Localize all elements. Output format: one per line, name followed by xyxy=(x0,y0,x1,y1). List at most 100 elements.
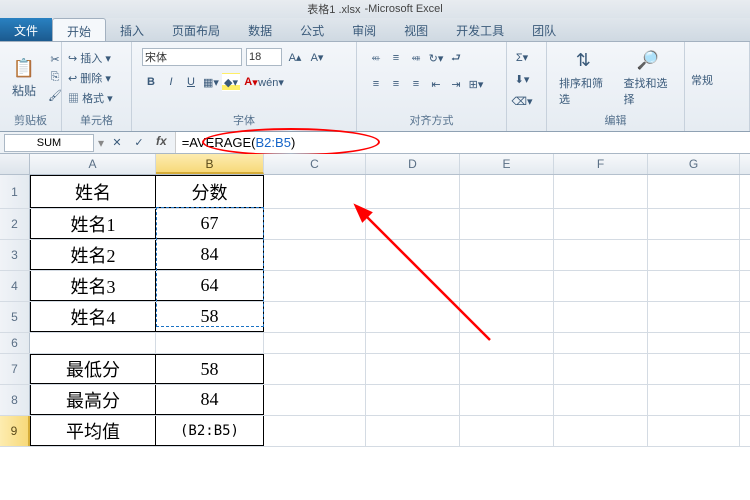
cell-D1[interactable] xyxy=(366,175,460,208)
formula-input[interactable]: =AVERAGE(B2:B5) xyxy=(175,132,750,153)
cell-B8[interactable]: 84 xyxy=(156,385,264,415)
cell-C4[interactable] xyxy=(264,271,366,301)
cell-C1[interactable] xyxy=(264,175,366,208)
align-bottom-button[interactable]: ⬵ xyxy=(407,49,425,67)
font-size-select[interactable] xyxy=(246,48,282,66)
increase-font-button[interactable]: A▴ xyxy=(286,48,304,66)
cell-D6[interactable] xyxy=(366,333,460,353)
col-header-A[interactable]: A xyxy=(30,154,156,174)
cell-B1[interactable]: 分数 xyxy=(156,175,264,208)
cell-E2[interactable] xyxy=(460,209,554,239)
col-header-D[interactable]: D xyxy=(366,154,460,174)
cell-F2[interactable] xyxy=(554,209,648,239)
col-header-E[interactable]: E xyxy=(460,154,554,174)
cell-G4[interactable] xyxy=(648,271,740,301)
cell-C5[interactable] xyxy=(264,302,366,332)
cell-B7[interactable]: 58 xyxy=(156,354,264,384)
cell-B5[interactable]: 58 xyxy=(156,302,264,332)
align-middle-button[interactable]: ≡ xyxy=(387,49,405,67)
tab-developer[interactable]: 开发工具 xyxy=(442,18,518,41)
decrease-indent-button[interactable]: ⇤ xyxy=(427,75,445,93)
insert-function-button[interactable]: fx xyxy=(152,134,171,152)
tab-data[interactable]: 数据 xyxy=(234,18,286,41)
insert-cells-button[interactable]: ↪ 插入 ▾ xyxy=(68,50,113,66)
cell-G6[interactable] xyxy=(648,333,740,353)
row-header-1[interactable]: 1 xyxy=(0,175,30,208)
cell-F3[interactable] xyxy=(554,240,648,270)
italic-button[interactable]: I xyxy=(162,73,180,91)
cell-F4[interactable] xyxy=(554,271,648,301)
cell-D4[interactable] xyxy=(366,271,460,301)
tab-home[interactable]: 开始 xyxy=(52,18,106,41)
cell-G3[interactable] xyxy=(648,240,740,270)
cell-C3[interactable] xyxy=(264,240,366,270)
cell-F5[interactable] xyxy=(554,302,648,332)
fill-color-button[interactable]: ◆▾ xyxy=(222,73,240,91)
select-all-corner[interactable] xyxy=(0,154,30,174)
col-header-C[interactable]: C xyxy=(264,154,366,174)
cell-A4[interactable]: 姓名3 xyxy=(30,271,156,301)
cell-F1[interactable] xyxy=(554,175,648,208)
merge-button[interactable]: ⊞▾ xyxy=(467,75,485,93)
cell-C7[interactable] xyxy=(264,354,366,384)
cell-F8[interactable] xyxy=(554,385,648,415)
cell-A5[interactable]: 姓名4 xyxy=(30,302,156,332)
delete-cells-button[interactable]: ↩ 删除 ▾ xyxy=(68,70,113,86)
decrease-font-button[interactable]: A▾ xyxy=(308,48,326,66)
increase-indent-button[interactable]: ⇥ xyxy=(447,75,465,93)
cell-F9[interactable] xyxy=(554,416,648,446)
cell-A2[interactable]: 姓名1 xyxy=(30,209,156,239)
font-name-select[interactable] xyxy=(142,48,242,66)
row-header-5[interactable]: 5 xyxy=(0,302,30,332)
align-left-button[interactable]: ≡ xyxy=(367,75,385,93)
row-header-4[interactable]: 4 xyxy=(0,271,30,301)
row-header-7[interactable]: 7 xyxy=(0,354,30,384)
border-button[interactable]: ▦▾ xyxy=(202,73,220,91)
cell-F6[interactable] xyxy=(554,333,648,353)
cell-A1[interactable]: 姓名 xyxy=(30,175,156,208)
cell-A3[interactable]: 姓名2 xyxy=(30,240,156,270)
row-header-6[interactable]: 6 xyxy=(0,333,30,353)
cell-A8[interactable]: 最高分 xyxy=(30,385,156,415)
cell-A6[interactable] xyxy=(30,333,156,353)
cell-D3[interactable] xyxy=(366,240,460,270)
cell-G5[interactable] xyxy=(648,302,740,332)
cell-B6[interactable] xyxy=(156,333,264,353)
cell-B2[interactable]: 67 xyxy=(156,209,264,239)
cell-F7[interactable] xyxy=(554,354,648,384)
cell-C9[interactable] xyxy=(264,416,366,446)
cell-E3[interactable] xyxy=(460,240,554,270)
enter-formula-button[interactable]: ✓ xyxy=(130,134,148,152)
cell-G2[interactable] xyxy=(648,209,740,239)
orientation-button[interactable]: ↻▾ xyxy=(427,49,445,67)
wrap-text-button[interactable]: ⮐ xyxy=(447,49,465,67)
row-header-9[interactable]: 9 xyxy=(0,416,30,446)
align-right-button[interactable]: ≡ xyxy=(407,75,425,93)
file-tab[interactable]: 文件 xyxy=(0,18,52,41)
row-header-2[interactable]: 2 xyxy=(0,209,30,239)
align-center-button[interactable]: ≡ xyxy=(387,75,405,93)
fill-button[interactable]: ⬇▾ xyxy=(513,71,531,89)
sort-filter-button[interactable]: ⇅ 排序和筛选 xyxy=(553,45,614,111)
cell-E8[interactable] xyxy=(460,385,554,415)
cell-D2[interactable] xyxy=(366,209,460,239)
tab-team[interactable]: 团队 xyxy=(518,18,570,41)
col-header-B[interactable]: B xyxy=(156,154,264,174)
cell-G1[interactable] xyxy=(648,175,740,208)
bold-button[interactable]: B xyxy=(142,73,160,91)
tab-page-layout[interactable]: 页面布局 xyxy=(158,18,234,41)
cell-D5[interactable] xyxy=(366,302,460,332)
row-header-3[interactable]: 3 xyxy=(0,240,30,270)
paste-button[interactable]: 📋 粘贴 xyxy=(6,52,42,103)
clear-button[interactable]: ⌫▾ xyxy=(513,93,531,111)
format-cells-button[interactable]: ▦ 格式 ▾ xyxy=(68,90,113,106)
cell-A7[interactable]: 最低分 xyxy=(30,354,156,384)
cell-G8[interactable] xyxy=(648,385,740,415)
tab-review[interactable]: 审阅 xyxy=(338,18,390,41)
cell-E5[interactable] xyxy=(460,302,554,332)
cell-B3[interactable]: 84 xyxy=(156,240,264,270)
cell-E4[interactable] xyxy=(460,271,554,301)
tab-view[interactable]: 视图 xyxy=(390,18,442,41)
cell-A9[interactable]: 平均值 xyxy=(30,416,156,446)
row-header-8[interactable]: 8 xyxy=(0,385,30,415)
